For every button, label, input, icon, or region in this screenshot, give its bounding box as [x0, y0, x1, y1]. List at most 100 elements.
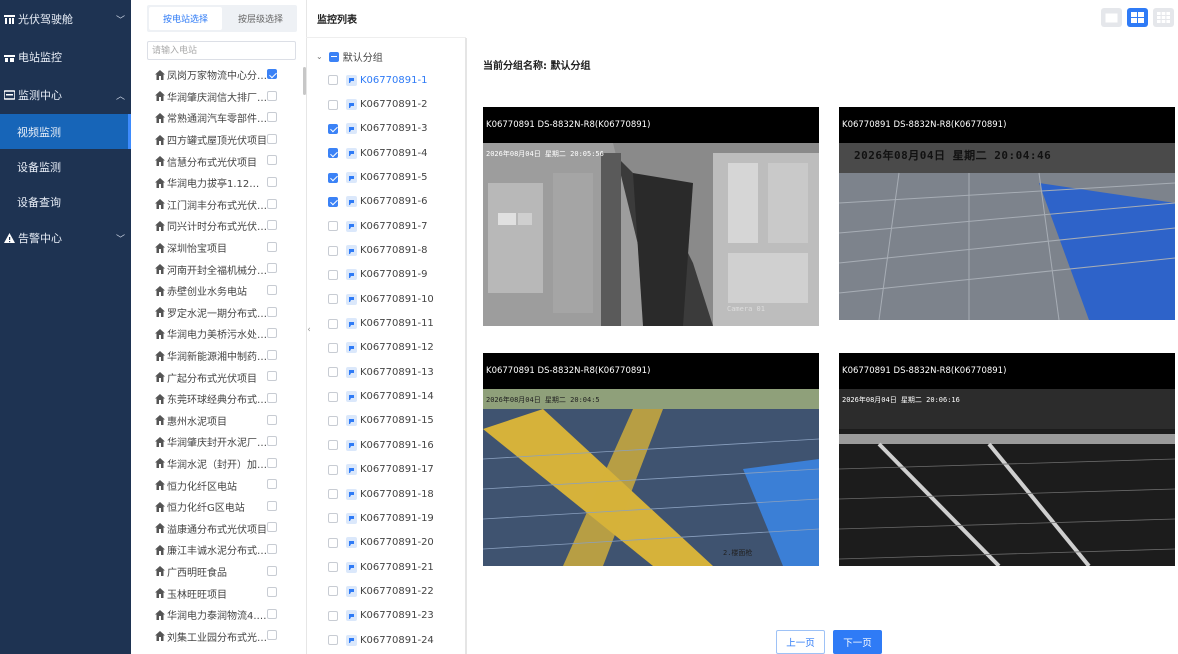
camera-checkbox[interactable] — [328, 440, 338, 451]
prev-page-button[interactable]: 上一页 — [776, 630, 825, 654]
camera-checkbox[interactable] — [328, 221, 338, 232]
station-checkbox[interactable] — [267, 328, 277, 339]
camera-node[interactable]: K06770891-21 — [328, 555, 434, 579]
station-list-scrollbar[interactable] — [303, 67, 306, 95]
nav-sub-device-monitor[interactable]: 设备监测 — [0, 149, 131, 184]
camera-checkbox[interactable] — [328, 586, 338, 597]
station-checkbox[interactable] — [267, 522, 277, 533]
station-item[interactable]: 刘集工业园分布式光伏... — [155, 625, 295, 647]
tab-by-level[interactable]: 按层级选择 — [224, 5, 297, 32]
station-item[interactable]: 华润新能源湘中制药2.2... — [155, 345, 295, 367]
tree-root-default-group[interactable]: ⌄ 默认分组 — [316, 49, 383, 64]
partial-checkbox[interactable] — [328, 51, 339, 62]
station-item[interactable]: 常熟通润汽车零部件股... — [155, 107, 295, 129]
station-checkbox[interactable] — [267, 176, 277, 187]
station-checkbox[interactable] — [267, 371, 277, 382]
camera-node[interactable]: K06770891-23 — [328, 604, 434, 628]
station-checkbox[interactable] — [267, 392, 277, 403]
station-checkbox[interactable] — [267, 544, 277, 555]
camera-node[interactable]: K06770891-4 — [328, 141, 434, 165]
camera-node[interactable]: K06770891-16 — [328, 433, 434, 457]
camera-node[interactable]: K06770891-7 — [328, 214, 434, 238]
camera-node[interactable]: K06770891-8 — [328, 238, 434, 262]
station-item[interactable]: 溢康通分布式光伏项目 — [155, 517, 295, 539]
camera-checkbox[interactable] — [328, 635, 338, 646]
station-item[interactable]: 华润水泥（封开）加气... — [155, 453, 295, 475]
station-item[interactable]: 华润电力泰润物流4.8W... — [155, 604, 295, 626]
camera-checkbox[interactable] — [328, 342, 338, 353]
quad-view-icon[interactable] — [1127, 8, 1148, 27]
camera-node[interactable]: K06770891-22 — [328, 579, 434, 603]
station-item[interactable]: 广起分布式光伏项目 — [155, 366, 295, 388]
nav-item-pv-cockpit[interactable]: 光伏驾驶舱 ﹀ — [0, 0, 131, 38]
station-checkbox[interactable] — [267, 263, 277, 274]
station-checkbox[interactable] — [267, 500, 277, 511]
station-checkbox[interactable] — [267, 112, 277, 123]
chevron-down-icon[interactable]: ⌄ — [316, 52, 323, 61]
station-checkbox[interactable] — [267, 565, 277, 576]
station-item[interactable]: 深圳怡宝项目 — [155, 237, 295, 259]
station-item[interactable]: 惠州水泥项目 — [155, 410, 295, 432]
station-item[interactable]: 同兴计时分布式光伏项目 — [155, 215, 295, 237]
station-item[interactable]: 恒力化纤G区电站 — [155, 496, 295, 518]
camera-node[interactable]: K06770891-24 — [328, 628, 434, 652]
tab-by-station[interactable]: 按电站选择 — [149, 7, 222, 30]
station-item[interactable]: 华润肇庆润信大排厂区... — [155, 86, 295, 108]
camera-node[interactable]: K06770891-14 — [328, 384, 434, 408]
station-checkbox[interactable] — [267, 90, 277, 101]
station-item[interactable]: 凤岗万家物流中心分布... — [155, 64, 295, 86]
camera-node[interactable]: K06770891-9 — [328, 263, 434, 287]
station-item[interactable]: 东莞环球经典分布式光... — [155, 388, 295, 410]
station-checkbox[interactable] — [267, 630, 277, 641]
station-item[interactable]: 江门润丰分布式光伏项目 — [155, 194, 295, 216]
camera-node[interactable]: K06770891-11 — [328, 311, 434, 335]
station-checkbox[interactable] — [267, 198, 277, 209]
camera-checkbox[interactable] — [328, 367, 338, 378]
camera-checkbox[interactable] — [328, 464, 338, 475]
video-tile[interactable]: K06770891 DS-8832N-R8(K06770891) 2026年08… — [483, 107, 819, 326]
station-checkbox[interactable] — [267, 479, 277, 490]
station-checkbox[interactable] — [267, 133, 277, 144]
station-item[interactable]: 恒力化纤区电站 — [155, 474, 295, 496]
station-search-input[interactable] — [147, 41, 296, 60]
camera-node[interactable]: K06770891-12 — [328, 336, 434, 360]
station-checkbox[interactable] — [267, 306, 277, 317]
station-item[interactable]: 四方罐式屋顶光伏项目 — [155, 129, 295, 151]
next-page-button[interactable]: 下一页 — [833, 630, 882, 654]
station-checkbox[interactable] — [267, 349, 277, 360]
camera-checkbox[interactable] — [328, 269, 338, 280]
camera-checkbox[interactable] — [328, 415, 338, 426]
nav-sub-video-monitor[interactable]: 视频监测 — [0, 114, 131, 149]
single-view-icon[interactable] — [1101, 8, 1122, 27]
camera-checkbox[interactable] — [328, 391, 338, 402]
camera-node[interactable]: K06770891-10 — [328, 287, 434, 311]
station-checkbox[interactable] — [267, 608, 277, 619]
camera-checkbox[interactable] — [328, 245, 338, 256]
station-checkbox[interactable] — [267, 155, 277, 166]
nine-view-icon[interactable] — [1153, 8, 1174, 27]
station-item[interactable]: 华润电力拔亭1.12MW... — [155, 172, 295, 194]
camera-node[interactable]: K06770891-1 — [328, 68, 434, 92]
station-item[interactable]: 广西明旺食品 — [155, 561, 295, 583]
camera-checkbox[interactable] — [328, 172, 338, 183]
camera-node[interactable]: K06770891-3 — [328, 117, 434, 141]
station-checkbox[interactable] — [267, 457, 277, 468]
camera-checkbox[interactable] — [328, 99, 338, 110]
station-checkbox[interactable] — [267, 587, 277, 598]
camera-node[interactable]: K06770891-2 — [328, 92, 434, 116]
station-item[interactable]: 华润电力美桥污水处理... — [155, 323, 295, 345]
camera-node[interactable]: K06770891-6 — [328, 190, 434, 214]
station-checkbox[interactable] — [267, 220, 277, 231]
camera-node[interactable]: K06770891-17 — [328, 458, 434, 482]
camera-node[interactable]: K06770891-19 — [328, 506, 434, 530]
camera-checkbox[interactable] — [328, 489, 338, 500]
camera-checkbox[interactable] — [328, 610, 338, 621]
camera-checkbox[interactable] — [328, 537, 338, 548]
video-tile[interactable]: K06770891 DS-8832N-R8(K06770891) 2026年08… — [483, 353, 819, 566]
camera-node[interactable]: K06770891-15 — [328, 409, 434, 433]
nav-item-monitoring-center[interactable]: 监测中心 ︿ — [0, 76, 131, 114]
nav-item-alarm-center[interactable]: 告警中心 ﹀ — [0, 219, 131, 257]
station-checkbox[interactable] — [267, 284, 277, 295]
camera-checkbox[interactable] — [328, 196, 338, 207]
video-tile[interactable]: K06770891 DS-8832N-R8(K06770891) 2026年08… — [839, 107, 1175, 320]
